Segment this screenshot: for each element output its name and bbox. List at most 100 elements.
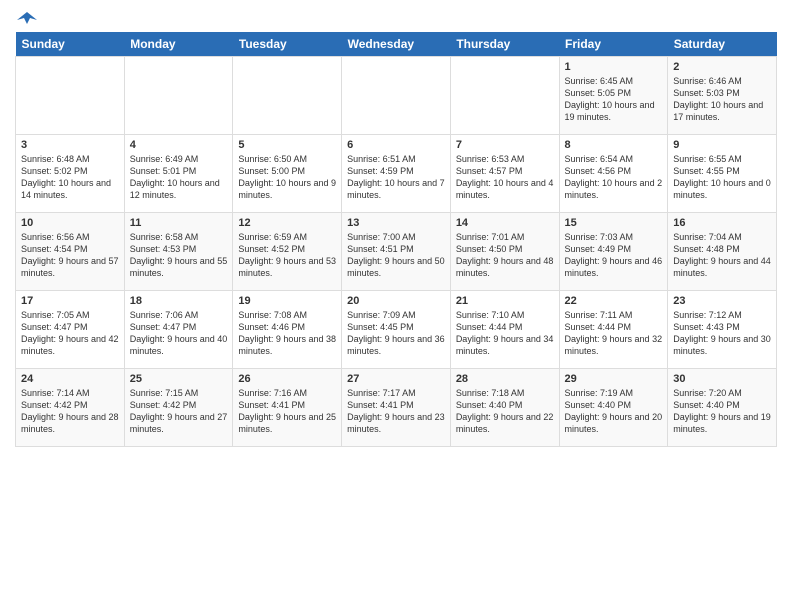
day-cell: 22 Sunrise: 7:11 AM Sunset: 4:44 PM Dayli… (559, 291, 668, 369)
day-number: 3 (21, 139, 119, 151)
day-cell: 13Sunrise: 7:00 AM Sunset: 4:51 PM Dayli… (342, 213, 451, 291)
day-number: 24 (21, 373, 119, 385)
day-number: 8 (565, 139, 663, 151)
day-cell: 4 Sunrise: 6:49 AM Sunset: 5:01 PM Daylig… (124, 135, 233, 213)
day-info: Sunrise: 6:55 AM Sunset: 4:55 PM Dayligh… (673, 153, 771, 202)
col-header-sunday: Sunday (16, 32, 125, 57)
day-number: 2 (673, 61, 771, 73)
day-cell: 26Sunrise: 7:16 AM Sunset: 4:41 PM Dayli… (233, 369, 342, 447)
day-cell: 8 Sunrise: 6:54 AM Sunset: 4:56 PM Daylig… (559, 135, 668, 213)
day-number: 22 (565, 295, 663, 307)
day-info: Sunrise: 7:08 AM Sunset: 4:46 PM Dayligh… (238, 309, 336, 358)
day-cell: 3 Sunrise: 6:48 AM Sunset: 5:02 PM Daylig… (16, 135, 125, 213)
day-number: 5 (238, 139, 336, 151)
day-info: Sunrise: 6:56 AM Sunset: 4:54 PM Dayligh… (21, 231, 119, 280)
day-cell: 1Sunrise: 6:45 AM Sunset: 5:05 PM Daylig… (559, 57, 668, 135)
day-number: 19 (238, 295, 336, 307)
day-cell (342, 57, 451, 135)
day-cell: 28 Sunrise: 7:18 AM Sunset: 4:40 PM Dayli… (450, 369, 559, 447)
day-info: Sunrise: 7:17 AM Sunset: 4:41 PM Dayligh… (347, 387, 445, 436)
day-cell: 17 Sunrise: 7:05 AM Sunset: 4:47 PM Dayli… (16, 291, 125, 369)
day-number: 27 (347, 373, 445, 385)
day-cell: 25 Sunrise: 7:15 AM Sunset: 4:42 PM Dayli… (124, 369, 233, 447)
day-number: 15 (565, 217, 663, 229)
day-info: Sunrise: 6:54 AM Sunset: 4:56 PM Dayligh… (565, 153, 663, 202)
day-info: Sunrise: 6:50 AM Sunset: 5:00 PM Dayligh… (238, 153, 336, 202)
day-cell: 16 Sunrise: 7:04 AM Sunset: 4:48 PM Dayli… (668, 213, 777, 291)
day-number: 25 (130, 373, 228, 385)
day-cell: 5 Sunrise: 6:50 AM Sunset: 5:00 PM Daylig… (233, 135, 342, 213)
col-header-thursday: Thursday (450, 32, 559, 57)
day-number: 20 (347, 295, 445, 307)
day-info: Sunrise: 7:10 AM Sunset: 4:44 PM Dayligh… (456, 309, 554, 358)
day-number: 28 (456, 373, 554, 385)
day-cell: 10 Sunrise: 6:56 AM Sunset: 4:54 PM Dayli… (16, 213, 125, 291)
day-info: Sunrise: 7:03 AM Sunset: 4:49 PM Dayligh… (565, 231, 663, 280)
day-cell (16, 57, 125, 135)
header (15, 10, 777, 24)
day-cell (233, 57, 342, 135)
day-cell: 12 Sunrise: 6:59 AM Sunset: 4:52 PM Dayli… (233, 213, 342, 291)
logo-text (15, 10, 37, 28)
day-cell: 20 Sunrise: 7:09 AM Sunset: 4:45 PM Dayli… (342, 291, 451, 369)
day-number: 26 (238, 373, 336, 385)
day-number: 16 (673, 217, 771, 229)
col-header-wednesday: Wednesday (342, 32, 451, 57)
day-cell: 23 Sunrise: 7:12 AM Sunset: 4:43 PM Dayli… (668, 291, 777, 369)
day-cell: 6Sunrise: 6:51 AM Sunset: 4:59 PM Daylig… (342, 135, 451, 213)
day-number: 23 (673, 295, 771, 307)
day-number: 18 (130, 295, 228, 307)
col-header-friday: Friday (559, 32, 668, 57)
day-info: Sunrise: 7:14 AM Sunset: 4:42 PM Dayligh… (21, 387, 119, 436)
day-info: Sunrise: 7:15 AM Sunset: 4:42 PM Dayligh… (130, 387, 228, 436)
day-info: Sunrise: 6:49 AM Sunset: 5:01 PM Dayligh… (130, 153, 228, 202)
day-cell: 18 Sunrise: 7:06 AM Sunset: 4:47 PM Dayli… (124, 291, 233, 369)
calendar-table: SundayMondayTuesdayWednesdayThursdayFrid… (15, 32, 777, 447)
day-info: Sunrise: 6:48 AM Sunset: 5:02 PM Dayligh… (21, 153, 119, 202)
day-number: 7 (456, 139, 554, 151)
week-row-4: 24 Sunrise: 7:14 AM Sunset: 4:42 PM Dayli… (16, 369, 777, 447)
day-number: 6 (347, 139, 445, 151)
day-info: Sunrise: 7:11 AM Sunset: 4:44 PM Dayligh… (565, 309, 663, 358)
day-info: Sunrise: 7:04 AM Sunset: 4:48 PM Dayligh… (673, 231, 771, 280)
day-cell: 11Sunrise: 6:58 AM Sunset: 4:53 PM Dayli… (124, 213, 233, 291)
week-row-0: 1Sunrise: 6:45 AM Sunset: 5:05 PM Daylig… (16, 57, 777, 135)
day-info: Sunrise: 6:46 AM Sunset: 5:03 PM Dayligh… (673, 75, 771, 124)
week-row-1: 3 Sunrise: 6:48 AM Sunset: 5:02 PM Daylig… (16, 135, 777, 213)
day-info: Sunrise: 7:05 AM Sunset: 4:47 PM Dayligh… (21, 309, 119, 358)
day-number: 12 (238, 217, 336, 229)
header-row: SundayMondayTuesdayWednesdayThursdayFrid… (16, 32, 777, 57)
day-number: 14 (456, 217, 554, 229)
day-info: Sunrise: 7:12 AM Sunset: 4:43 PM Dayligh… (673, 309, 771, 358)
day-cell (124, 57, 233, 135)
week-row-2: 10 Sunrise: 6:56 AM Sunset: 4:54 PM Dayli… (16, 213, 777, 291)
day-cell: 2 Sunrise: 6:46 AM Sunset: 5:03 PM Daylig… (668, 57, 777, 135)
day-number: 9 (673, 139, 771, 151)
day-cell (450, 57, 559, 135)
day-info: Sunrise: 7:09 AM Sunset: 4:45 PM Dayligh… (347, 309, 445, 358)
day-number: 10 (21, 217, 119, 229)
day-cell: 9 Sunrise: 6:55 AM Sunset: 4:55 PM Daylig… (668, 135, 777, 213)
day-cell: 7 Sunrise: 6:53 AM Sunset: 4:57 PM Daylig… (450, 135, 559, 213)
day-number: 4 (130, 139, 228, 151)
col-header-monday: Monday (124, 32, 233, 57)
day-number: 30 (673, 373, 771, 385)
day-number: 29 (565, 373, 663, 385)
week-row-3: 17 Sunrise: 7:05 AM Sunset: 4:47 PM Dayli… (16, 291, 777, 369)
day-info: Sunrise: 6:59 AM Sunset: 4:52 PM Dayligh… (238, 231, 336, 280)
day-cell: 14Sunrise: 7:01 AM Sunset: 4:50 PM Dayli… (450, 213, 559, 291)
day-info: Sunrise: 7:19 AM Sunset: 4:40 PM Dayligh… (565, 387, 663, 436)
day-number: 17 (21, 295, 119, 307)
logo (15, 10, 37, 24)
day-info: Sunrise: 6:45 AM Sunset: 5:05 PM Dayligh… (565, 75, 663, 124)
day-cell: 15 Sunrise: 7:03 AM Sunset: 4:49 PM Dayli… (559, 213, 668, 291)
day-info: Sunrise: 7:06 AM Sunset: 4:47 PM Dayligh… (130, 309, 228, 358)
day-info: Sunrise: 7:18 AM Sunset: 4:40 PM Dayligh… (456, 387, 554, 436)
day-number: 21 (456, 295, 554, 307)
day-info: Sunrise: 6:53 AM Sunset: 4:57 PM Dayligh… (456, 153, 554, 202)
day-info: Sunrise: 7:20 AM Sunset: 4:40 PM Dayligh… (673, 387, 771, 436)
col-header-saturday: Saturday (668, 32, 777, 57)
day-number: 11 (130, 217, 228, 229)
day-info: Sunrise: 7:00 AM Sunset: 4:51 PM Dayligh… (347, 231, 445, 280)
logo-bird-icon (17, 10, 37, 28)
